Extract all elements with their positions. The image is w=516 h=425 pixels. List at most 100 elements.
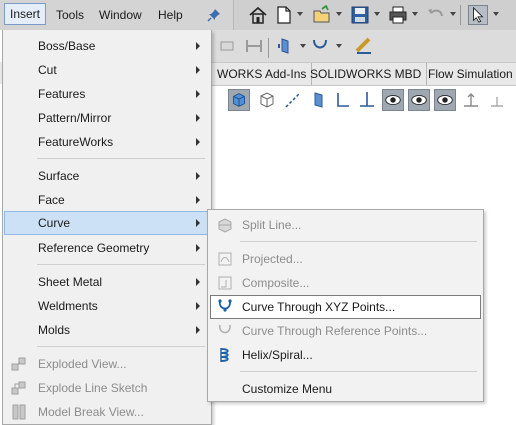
plane-icon[interactable] (308, 89, 330, 111)
menu-divider (37, 264, 205, 265)
menu-item-label: Weldments (38, 299, 98, 313)
menu-item-cut[interactable]: Cut (4, 58, 210, 82)
submenu-item-composite[interactable]: Composite... (210, 271, 481, 295)
menu-item-pattern-mirror[interactable]: Pattern/Mirror (4, 106, 210, 130)
more-view-icon[interactable] (486, 89, 508, 111)
menu-item-sheet-metal[interactable]: Sheet Metal (4, 270, 210, 294)
view-toolbar (226, 86, 516, 116)
split-line-icon (218, 218, 232, 233)
composite-curve-icon (218, 276, 232, 290)
select-dropdown-caret[interactable] (493, 12, 499, 16)
submenu-arrow-icon (196, 172, 200, 180)
submenu-item-label: Composite... (242, 276, 310, 290)
menu-item-boss-base[interactable]: Boss/Base (4, 34, 210, 58)
menu-item-model-break-view[interactable]: Model Break View... (4, 400, 210, 424)
menu-item-features[interactable]: Features (4, 82, 210, 106)
submenu-item-curve-through-xyz[interactable]: Curve Through XYZ Points... (210, 295, 481, 319)
tab-mbd[interactable]: SOLIDWORKS MBD (305, 63, 428, 85)
explode-line-sketch-icon (11, 381, 26, 395)
menu-divider (37, 158, 205, 159)
dimension-icon[interactable] (460, 89, 482, 111)
undo-dropdown-caret[interactable] (450, 12, 456, 16)
submenu-item-label: Customize Menu (242, 382, 333, 396)
dashed-line-icon[interactable] (282, 89, 304, 111)
sketch-icon[interactable] (332, 89, 354, 111)
view-axes-icon[interactable] (434, 89, 456, 111)
menu-help[interactable]: Help (158, 8, 183, 22)
menu-insert[interactable]: Insert (4, 3, 46, 25)
view-origins-icon[interactable] (382, 89, 404, 111)
helix-spiral-icon (220, 348, 229, 362)
pin-icon[interactable] (206, 7, 222, 23)
projected-curve-icon (218, 252, 232, 266)
menu-item-label: Face (38, 193, 65, 207)
save-icon[interactable] (350, 5, 370, 25)
curve-submenu: Split Line... Projected... Composite... … (207, 209, 484, 402)
menu-bar: Insert Tools Window Help (0, 0, 233, 30)
menu-item-label: Surface (38, 169, 80, 183)
axis-icon[interactable] (356, 89, 378, 111)
menu-item-weldments[interactable]: Weldments (4, 294, 210, 318)
menu-item-label: Cut (38, 63, 57, 77)
submenu-arrow-icon (196, 196, 200, 204)
submenu-item-helix-spiral[interactable]: Helix/Spiral... (210, 343, 481, 367)
menu-window[interactable]: Window (99, 8, 142, 22)
submenu-item-label: Curve Through XYZ Points... (242, 300, 396, 314)
print-dropdown-caret[interactable] (412, 12, 418, 16)
menu-item-surface[interactable]: Surface (4, 164, 210, 188)
submenu-arrow-icon (196, 219, 200, 227)
tab-addins[interactable]: WORKS Add-Ins (212, 63, 313, 85)
submenu-divider (240, 371, 477, 372)
submenu-item-curve-through-reference[interactable]: Curve Through Reference Points... (210, 319, 481, 343)
curve-dropdown-caret[interactable] (336, 44, 342, 48)
curve-through-xyz-icon (218, 299, 232, 312)
submenu-item-customize-menu[interactable]: Customize Menu (210, 377, 481, 401)
menu-item-label: Curve (38, 216, 71, 230)
exploded-view-icon (11, 357, 26, 371)
open-dropdown-caret[interactable] (336, 12, 342, 16)
open-folder-icon[interactable] (312, 5, 332, 25)
reference-plane-icon[interactable] (276, 36, 296, 56)
menu-item-label: Pattern/Mirror (38, 111, 112, 125)
instant3d-icon[interactable] (354, 36, 374, 56)
feature-icon-1[interactable] (218, 36, 238, 56)
curve-icon[interactable] (310, 36, 330, 56)
menu-item-label: FeatureWorks (38, 135, 114, 149)
save-dropdown-caret[interactable] (374, 12, 380, 16)
undo-icon[interactable] (426, 5, 446, 25)
submenu-arrow-icon (196, 42, 200, 50)
submenu-arrow-icon (196, 66, 200, 74)
command-manager-tabs: WORKS Add-Ins SOLIDWORKS MBD Flow Simula… (212, 62, 516, 86)
tab-flow-simulation[interactable]: Flow Simulation (423, 63, 516, 85)
new-document-icon[interactable] (274, 5, 294, 25)
submenu-arrow-icon (196, 244, 200, 252)
submenu-arrow-icon (196, 138, 200, 146)
menu-item-explode-line-sketch[interactable]: Explode Line Sketch (4, 376, 210, 400)
menu-item-exploded-view[interactable]: Exploded View... (4, 352, 210, 376)
view-planes-icon[interactable] (408, 89, 430, 111)
home-icon[interactable] (248, 5, 268, 25)
toolbar-separator (460, 5, 461, 25)
submenu-arrow-icon (196, 302, 200, 310)
menu-item-featureworks[interactable]: FeatureWorks (4, 130, 210, 154)
menu-tools[interactable]: Tools (56, 8, 84, 22)
reference-dropdown-caret[interactable] (300, 44, 306, 48)
submenu-item-label: Helix/Spiral... (242, 348, 313, 362)
menu-item-molds[interactable]: Molds (4, 318, 210, 342)
submenu-item-label: Projected... (242, 252, 303, 266)
menu-item-curve[interactable]: Curve (4, 211, 210, 235)
select-cursor-icon[interactable] (468, 5, 488, 25)
menu-item-face[interactable]: Face (4, 188, 210, 212)
menu-item-label: Features (38, 87, 86, 101)
new-dropdown-caret[interactable] (297, 12, 303, 16)
submenu-item-label: Split Line... (242, 218, 302, 232)
menu-item-label: Model Break View... (38, 405, 144, 419)
wireframe-cube-icon[interactable] (256, 89, 278, 111)
submenu-item-projected[interactable]: Projected... (210, 247, 481, 271)
shaded-cube-icon[interactable] (228, 89, 250, 111)
submenu-item-split-line[interactable]: Split Line... (210, 213, 481, 237)
menu-item-reference-geometry[interactable]: Reference Geometry (4, 236, 210, 260)
menu-item-label: Boss/Base (38, 39, 96, 53)
print-icon[interactable] (388, 5, 408, 25)
feature-icon-2[interactable] (244, 36, 264, 56)
